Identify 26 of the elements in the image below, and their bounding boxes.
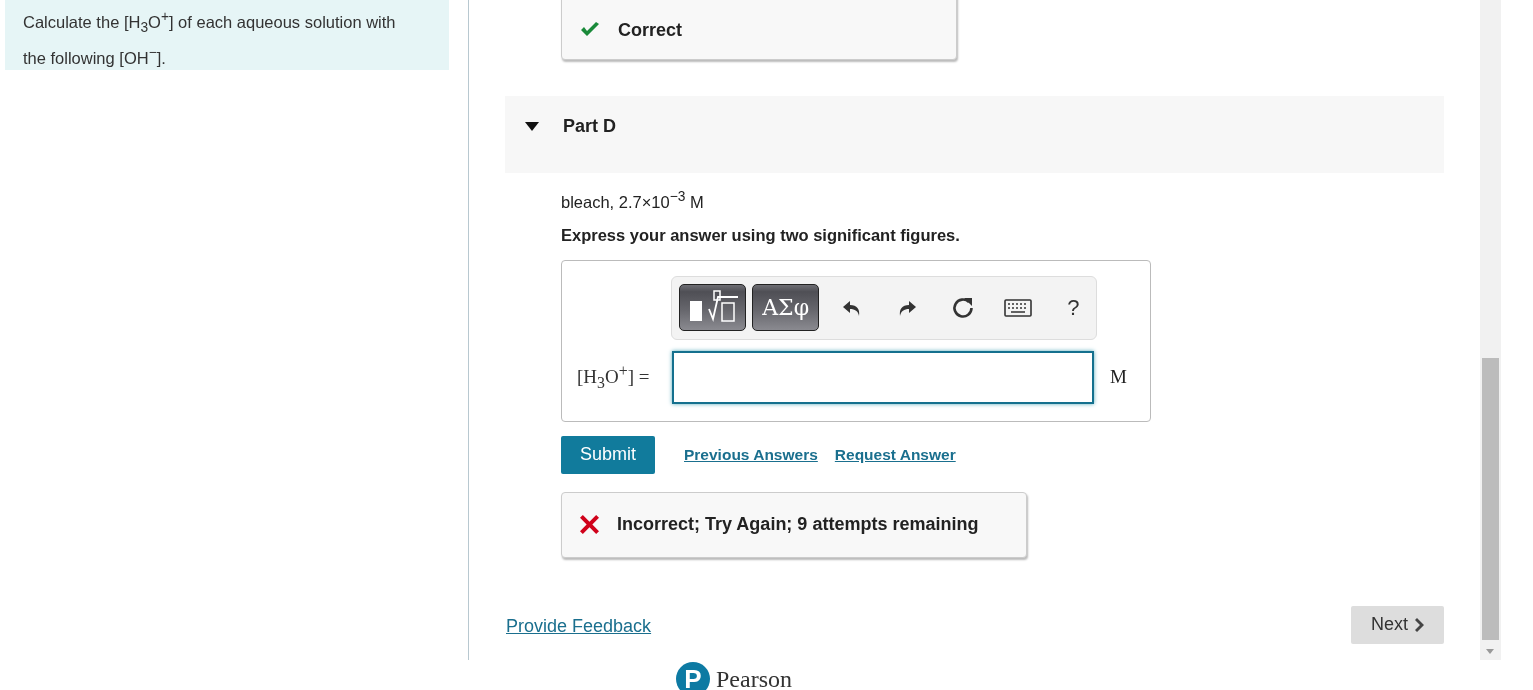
answer-field[interactable] (672, 350, 1094, 404)
logo-mark: P (676, 662, 710, 690)
question-text: Calculate the [H$_{3}$O$^{+}$] of each aqueous solution with the following [OH$^{−}$]. (23, 8, 397, 69)
answer-link[interactable]: Previous Answers (684, 445, 818, 464)
keyboard-icon (1003, 298, 1032, 317)
next-button[interactable]: Next (1351, 605, 1444, 644)
feedback-text: Correct (618, 19, 683, 41)
answer-link[interactable]: Request Answer (834, 445, 956, 464)
help-button[interactable]: ? (1050, 287, 1096, 328)
caret-icon (525, 122, 539, 131)
templates-button[interactable] (679, 284, 747, 331)
symbols-button[interactable]: ΑΣφ (752, 284, 820, 331)
chevron-icon (1414, 617, 1424, 632)
answer-label: [H$_{3}$O$^{+}$] = (577, 361, 651, 393)
scrollbar[interactable] (1480, 0, 1501, 660)
feedback-text: Incorrect; Try Again; 9 attempts remaining (617, 514, 979, 535)
unit-text: M (1110, 366, 1127, 388)
check-icon (580, 22, 600, 38)
submit-button[interactable]: Submit (561, 435, 655, 474)
logo-text: Pearson (716, 665, 792, 690)
prompt-text: bleach, 2.7×10$^{−3}$ M (561, 189, 705, 212)
instruction-text: Express your answer using two significant figures. (561, 225, 961, 245)
part-header[interactable]: Part D (505, 96, 1444, 173)
feedback-link[interactable]: Provide Feedback (506, 615, 652, 637)
reset-icon (950, 295, 975, 320)
cross-icon (580, 515, 599, 534)
